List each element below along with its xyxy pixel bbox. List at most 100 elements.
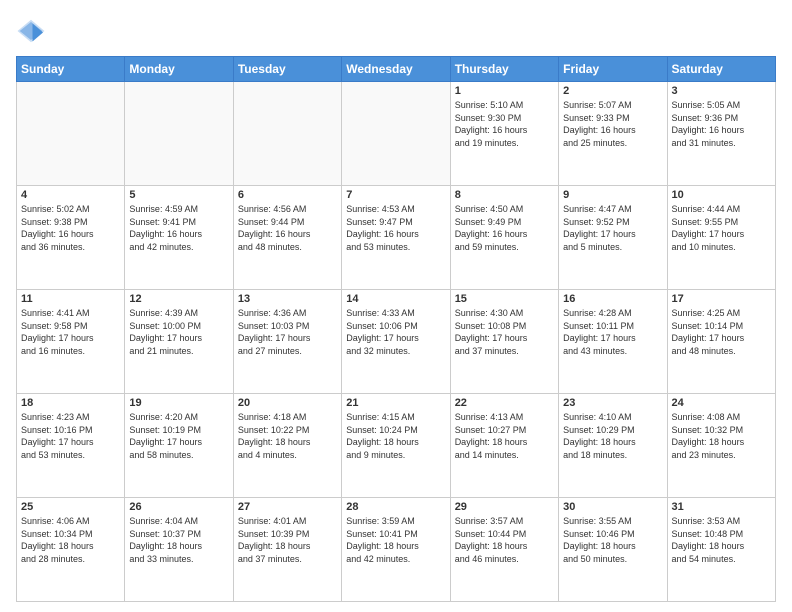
week-row-5: 25 Sunrise: 4:06 AM Sunset: 10:34 PM Dayl… [17,498,776,602]
day-number: 22 [455,397,554,409]
day-info: Sunrise: 5:05 AM Sunset: 9:36 PM Dayligh… [672,99,771,149]
day-cell: 17 Sunrise: 4:25 AM Sunset: 10:14 PM Dayl… [667,290,775,394]
day-cell: 11 Sunrise: 4:41 AM Sunset: 9:58 PM Dayli… [17,290,125,394]
day-cell: 21Sunrise: 4:15 AM Sunset: 10:24 PM Dayl… [342,394,450,498]
weekday-header-row: SundayMondayTuesdayWednesdayThursdayFrid… [17,57,776,82]
day-number: 3 [672,85,771,97]
day-number: 14 [346,293,445,305]
day-cell [125,82,233,186]
day-cell: 5Sunrise: 4:59 AM Sunset: 9:41 PM Daylig… [125,186,233,290]
day-info: Sunrise: 4:04 AM Sunset: 10:37 PM Daylig… [129,515,228,565]
day-number: 29 [455,501,554,513]
day-cell [233,82,341,186]
day-info: Sunrise: 3:57 AM Sunset: 10:44 PM Daylig… [455,515,554,565]
day-cell: 24 Sunrise: 4:08 AM Sunset: 10:32 PM Dayl… [667,394,775,498]
day-number: 2 [563,85,662,97]
day-number: 15 [455,293,554,305]
day-info: Sunrise: 5:07 AM Sunset: 9:33 PM Dayligh… [563,99,662,149]
day-cell: 1 Sunrise: 5:10 AM Sunset: 9:30 PM Daylig… [450,82,558,186]
day-cell: 23 Sunrise: 4:10 AM Sunset: 10:29 PM Dayl… [559,394,667,498]
day-cell: 2 Sunrise: 5:07 AM Sunset: 9:33 PM Daylig… [559,82,667,186]
day-cell: 13 Sunrise: 4:36 AM Sunset: 10:03 PM Dayl… [233,290,341,394]
day-cell: 27Sunrise: 4:01 AM Sunset: 10:39 PM Dayl… [233,498,341,602]
logo [16,16,50,46]
day-info: Sunrise: 5:02 AM Sunset: 9:38 PM Dayligh… [21,203,120,253]
day-cell: 31Sunrise: 3:53 AM Sunset: 10:48 PM Dayl… [667,498,775,602]
day-info: Sunrise: 4:06 AM Sunset: 10:34 PM Daylig… [21,515,120,565]
day-cell: 7 Sunrise: 4:53 AM Sunset: 9:47 PM Daylig… [342,186,450,290]
day-cell: 15 Sunrise: 4:30 AM Sunset: 10:08 PM Dayl… [450,290,558,394]
day-info: Sunrise: 4:47 AM Sunset: 9:52 PM Dayligh… [563,203,662,253]
day-info: Sunrise: 4:28 AM Sunset: 10:11 PM Daylig… [563,307,662,357]
day-cell: 3 Sunrise: 5:05 AM Sunset: 9:36 PM Daylig… [667,82,775,186]
day-info: Sunrise: 3:59 AM Sunset: 10:41 PM Daylig… [346,515,445,565]
day-number: 31 [672,501,771,513]
day-number: 7 [346,189,445,201]
week-row-2: 4 Sunrise: 5:02 AM Sunset: 9:38 PM Daylig… [17,186,776,290]
day-number: 25 [21,501,120,513]
day-info: Sunrise: 4:59 AM Sunset: 9:41 PM Dayligh… [129,203,228,253]
page: SundayMondayTuesdayWednesdayThursdayFrid… [0,0,792,612]
week-row-3: 11 Sunrise: 4:41 AM Sunset: 9:58 PM Dayli… [17,290,776,394]
calendar-table: SundayMondayTuesdayWednesdayThursdayFrid… [16,56,776,602]
day-number: 23 [563,397,662,409]
day-number: 10 [672,189,771,201]
day-cell: 10 Sunrise: 4:44 AM Sunset: 9:55 PM Dayli… [667,186,775,290]
day-cell: 26 Sunrise: 4:04 AM Sunset: 10:37 PM Dayl… [125,498,233,602]
day-info: Sunrise: 4:10 AM Sunset: 10:29 PM Daylig… [563,411,662,461]
day-cell: 8 Sunrise: 4:50 AM Sunset: 9:49 PM Daylig… [450,186,558,290]
day-info: Sunrise: 4:50 AM Sunset: 9:49 PM Dayligh… [455,203,554,253]
day-cell: 18Sunrise: 4:23 AM Sunset: 10:16 PM Dayl… [17,394,125,498]
weekday-header-friday: Friday [559,57,667,82]
day-info: Sunrise: 4:18 AM Sunset: 10:22 PM Daylig… [238,411,337,461]
day-number: 18 [21,397,120,409]
day-cell: 16 Sunrise: 4:28 AM Sunset: 10:11 PM Dayl… [559,290,667,394]
week-row-4: 18Sunrise: 4:23 AM Sunset: 10:16 PM Dayl… [17,394,776,498]
day-number: 6 [238,189,337,201]
day-cell: 30 Sunrise: 3:55 AM Sunset: 10:46 PM Dayl… [559,498,667,602]
day-number: 11 [21,293,120,305]
day-info: Sunrise: 4:30 AM Sunset: 10:08 PM Daylig… [455,307,554,357]
day-number: 16 [563,293,662,305]
day-info: Sunrise: 4:20 AM Sunset: 10:19 PM Daylig… [129,411,228,461]
day-cell: 9 Sunrise: 4:47 AM Sunset: 9:52 PM Daylig… [559,186,667,290]
day-info: Sunrise: 4:36 AM Sunset: 10:03 PM Daylig… [238,307,337,357]
day-cell: 25 Sunrise: 4:06 AM Sunset: 10:34 PM Dayl… [17,498,125,602]
day-number: 20 [238,397,337,409]
day-info: Sunrise: 4:08 AM Sunset: 10:32 PM Daylig… [672,411,771,461]
day-number: 9 [563,189,662,201]
day-cell: 29 Sunrise: 3:57 AM Sunset: 10:44 PM Dayl… [450,498,558,602]
weekday-header-monday: Monday [125,57,233,82]
weekday-header-saturday: Saturday [667,57,775,82]
day-info: Sunrise: 5:10 AM Sunset: 9:30 PM Dayligh… [455,99,554,149]
day-cell: 22Sunrise: 4:13 AM Sunset: 10:27 PM Dayl… [450,394,558,498]
day-cell: 4 Sunrise: 5:02 AM Sunset: 9:38 PM Daylig… [17,186,125,290]
weekday-header-tuesday: Tuesday [233,57,341,82]
day-info: Sunrise: 4:56 AM Sunset: 9:44 PM Dayligh… [238,203,337,253]
day-info: Sunrise: 4:39 AM Sunset: 10:00 PM Daylig… [129,307,228,357]
day-cell: 20 Sunrise: 4:18 AM Sunset: 10:22 PM Dayl… [233,394,341,498]
day-info: Sunrise: 4:53 AM Sunset: 9:47 PM Dayligh… [346,203,445,253]
day-number: 4 [21,189,120,201]
day-info: Sunrise: 4:25 AM Sunset: 10:14 PM Daylig… [672,307,771,357]
week-row-1: 1 Sunrise: 5:10 AM Sunset: 9:30 PM Daylig… [17,82,776,186]
day-number: 12 [129,293,228,305]
day-number: 30 [563,501,662,513]
day-info: Sunrise: 4:33 AM Sunset: 10:06 PM Daylig… [346,307,445,357]
day-number: 13 [238,293,337,305]
day-info: Sunrise: 3:55 AM Sunset: 10:46 PM Daylig… [563,515,662,565]
logo-icon [16,16,46,46]
day-number: 8 [455,189,554,201]
day-cell [342,82,450,186]
day-number: 26 [129,501,228,513]
day-number: 1 [455,85,554,97]
day-number: 21 [346,397,445,409]
day-cell: 19Sunrise: 4:20 AM Sunset: 10:19 PM Dayl… [125,394,233,498]
day-info: Sunrise: 4:44 AM Sunset: 9:55 PM Dayligh… [672,203,771,253]
day-number: 28 [346,501,445,513]
day-cell: 6 Sunrise: 4:56 AM Sunset: 9:44 PM Daylig… [233,186,341,290]
day-number: 24 [672,397,771,409]
day-info: Sunrise: 4:41 AM Sunset: 9:58 PM Dayligh… [21,307,120,357]
weekday-header-wednesday: Wednesday [342,57,450,82]
day-number: 17 [672,293,771,305]
